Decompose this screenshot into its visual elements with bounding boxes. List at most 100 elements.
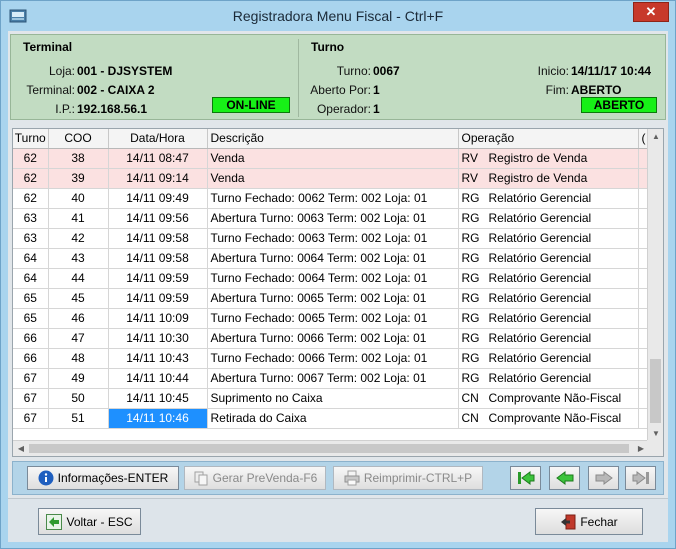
cell-operacao[interactable]: RG Relatório Gerencial xyxy=(458,268,639,289)
scroll-left-icon[interactable]: ◀ xyxy=(13,441,29,456)
cell-coo[interactable]: 41 xyxy=(48,208,109,229)
cell-data-hora[interactable]: 14/11 09:14 xyxy=(108,168,208,189)
cell-data-hora[interactable]: 14/11 10:45 xyxy=(108,388,208,409)
cell-turno[interactable]: 65 xyxy=(13,288,49,309)
title-bar[interactable]: Registradora Menu Fiscal - Ctrl+F ✕ xyxy=(1,1,675,31)
cell-data-hora[interactable]: 14/11 08:47 xyxy=(108,148,208,169)
table-row[interactable]: 67 49 14/11 10:44 Abertura Turno: 0067 Term… xyxy=(13,368,650,389)
cell-operacao[interactable]: RG Relatório Gerencial xyxy=(458,228,639,249)
informacoes-button[interactable]: Informações-ENTER xyxy=(27,466,179,490)
cell-coo[interactable]: 50 xyxy=(48,388,109,409)
reimprimir-button[interactable]: Reimprimir-CTRL+P xyxy=(333,466,483,490)
cell-descricao[interactable]: Turno Fechado: 0065 Term: 002 Loja: 01 xyxy=(207,308,459,329)
cell-turno[interactable]: 67 xyxy=(13,388,49,409)
cell-descricao[interactable]: Abertura Turno: 0066 Term: 002 Loja: 01 xyxy=(207,328,459,349)
table-row[interactable]: 65 45 14/11 09:59 Abertura Turno: 0065 Term… xyxy=(13,288,650,309)
table-row[interactable]: 64 43 14/11 09:58 Abertura Turno: 0064 Term… xyxy=(13,248,650,269)
cell-coo[interactable]: 45 xyxy=(48,288,109,309)
gerar-prevenda-button[interactable]: Gerar PreVenda-F6 xyxy=(184,466,326,490)
cell-descricao[interactable]: Venda xyxy=(207,168,459,189)
cell-coo[interactable]: 49 xyxy=(48,368,109,389)
cell-data-hora[interactable]: 14/11 10:09 xyxy=(108,308,208,329)
table-row[interactable]: 64 44 14/11 09:59 Turno Fechado: 0064 Term:… xyxy=(13,268,650,289)
cell-descricao[interactable]: Turno Fechado: 0062 Term: 002 Loja: 01 xyxy=(207,188,459,209)
table-row[interactable]: 67 51 14/11 10:46 Retirada do Caixa CN Compro… xyxy=(13,408,650,429)
cell-operacao[interactable]: RG Relatório Gerencial xyxy=(458,328,639,349)
cell-data-hora[interactable]: 14/11 10:43 xyxy=(108,348,208,369)
col-header-coo[interactable]: COO xyxy=(48,129,109,149)
col-header-descricao[interactable]: Descrição xyxy=(207,129,459,149)
table-row[interactable]: 65 46 14/11 10:09 Turno Fechado: 0065 Term:… xyxy=(13,308,650,329)
cell-descricao[interactable]: Retirada do Caixa xyxy=(207,408,459,429)
last-record-button[interactable] xyxy=(625,466,656,490)
cell-descricao[interactable]: Abertura Turno: 0064 Term: 002 Loja: 01 xyxy=(207,248,459,269)
cell-descricao[interactable]: Turno Fechado: 0064 Term: 002 Loja: 01 xyxy=(207,268,459,289)
vertical-scrollbar[interactable]: ▲ ▼ xyxy=(647,129,663,442)
cell-operacao[interactable]: RG Relatório Gerencial xyxy=(458,308,639,329)
col-header-turno[interactable]: Turno xyxy=(13,129,49,149)
cell-operacao[interactable]: RG Relatório Gerencial xyxy=(458,368,639,389)
cell-descricao[interactable]: Turno Fechado: 0066 Term: 002 Loja: 01 xyxy=(207,348,459,369)
cell-descricao[interactable]: Turno Fechado: 0063 Term: 002 Loja: 01 xyxy=(207,228,459,249)
cell-coo[interactable]: 42 xyxy=(48,228,109,249)
first-record-button[interactable] xyxy=(510,466,541,490)
cell-descricao[interactable]: Venda xyxy=(207,148,459,169)
cell-turno[interactable]: 65 xyxy=(13,308,49,329)
cell-turno[interactable]: 63 xyxy=(13,228,49,249)
cell-turno[interactable]: 62 xyxy=(13,188,49,209)
cell-operacao[interactable]: RG Relatório Gerencial xyxy=(458,188,639,209)
cell-operacao[interactable]: RG Relatório Gerencial xyxy=(458,248,639,269)
cell-operacao[interactable]: CN Comprovante Não-Fiscal xyxy=(458,388,639,409)
cell-descricao[interactable]: Abertura Turno: 0065 Term: 002 Loja: 01 xyxy=(207,288,459,309)
cell-operacao[interactable]: RG Relatório Gerencial xyxy=(458,288,639,309)
cell-coo[interactable]: 43 xyxy=(48,248,109,269)
cell-descricao[interactable]: Suprimento no Caixa xyxy=(207,388,459,409)
cell-coo[interactable]: 39 xyxy=(48,168,109,189)
previous-record-button[interactable] xyxy=(549,466,580,490)
cell-turno[interactable]: 66 xyxy=(13,348,49,369)
operations-grid[interactable]: Turno COO Data/Hora Descrição Operação (… xyxy=(12,128,664,457)
cell-coo[interactable]: 51 xyxy=(48,408,109,429)
cell-operacao[interactable]: RG Relatório Gerencial xyxy=(458,208,639,229)
table-row[interactable]: 63 42 14/11 09:58 Turno Fechado: 0063 Term:… xyxy=(13,228,650,249)
cell-turno[interactable]: 67 xyxy=(13,368,49,389)
cell-coo[interactable]: 46 xyxy=(48,308,109,329)
voltar-button[interactable]: Voltar - ESC xyxy=(38,508,141,535)
cell-data-hora[interactable]: 14/11 10:44 xyxy=(108,368,208,389)
horizontal-scrollbar[interactable]: ◀ ▶ xyxy=(13,440,649,456)
cell-turno[interactable]: 63 xyxy=(13,208,49,229)
table-row[interactable]: 66 47 14/11 10:30 Abertura Turno: 0066 Term… xyxy=(13,328,650,349)
cell-turno[interactable]: 64 xyxy=(13,248,49,269)
col-header-operacao[interactable]: Operação xyxy=(458,129,639,149)
cell-turno[interactable]: 62 xyxy=(13,148,49,169)
cell-coo[interactable]: 40 xyxy=(48,188,109,209)
cell-data-hora[interactable]: 14/11 10:46 xyxy=(108,408,208,429)
next-record-button[interactable] xyxy=(588,466,619,490)
table-row[interactable]: 62 39 14/11 09:14 Venda RV Registro de Venda xyxy=(13,168,650,189)
cell-turno[interactable]: 62 xyxy=(13,168,49,189)
table-row[interactable]: 66 48 14/11 10:43 Turno Fechado: 0066 Term:… xyxy=(13,348,650,369)
scroll-up-icon[interactable]: ▲ xyxy=(648,129,663,145)
vertical-scroll-thumb[interactable] xyxy=(650,359,661,423)
table-row[interactable]: 67 50 14/11 10:45 Suprimento no Caixa CN Comp… xyxy=(13,388,650,409)
table-row[interactable]: 62 38 14/11 08:47 Venda RV Registro de Venda xyxy=(13,148,650,169)
cell-descricao[interactable]: Abertura Turno: 0063 Term: 002 Loja: 01 xyxy=(207,208,459,229)
cell-data-hora[interactable]: 14/11 09:49 xyxy=(108,188,208,209)
cell-operacao[interactable]: RG Relatório Gerencial xyxy=(458,348,639,369)
cell-operacao[interactable]: RV Registro de Venda xyxy=(458,168,639,189)
cell-operacao[interactable]: RV Registro de Venda xyxy=(458,148,639,169)
table-row[interactable]: 63 41 14/11 09:56 Abertura Turno: 0063 Term… xyxy=(13,208,650,229)
table-row[interactable]: 62 40 14/11 09:49 Turno Fechado: 0062 Term:… xyxy=(13,188,650,209)
horizontal-scroll-thumb[interactable] xyxy=(29,444,629,453)
cell-data-hora[interactable]: 14/11 09:58 xyxy=(108,228,208,249)
cell-data-hora[interactable]: 14/11 09:56 xyxy=(108,208,208,229)
cell-turno[interactable]: 67 xyxy=(13,408,49,429)
cell-data-hora[interactable]: 14/11 09:59 xyxy=(108,268,208,289)
cell-descricao[interactable]: Abertura Turno: 0067 Term: 002 Loja: 01 xyxy=(207,368,459,389)
cell-operacao[interactable]: CN Comprovante Não-Fiscal xyxy=(458,408,639,429)
close-icon[interactable]: ✕ xyxy=(633,2,669,22)
col-header-data-hora[interactable]: Data/Hora xyxy=(108,129,208,149)
cell-coo[interactable]: 48 xyxy=(48,348,109,369)
cell-turno[interactable]: 66 xyxy=(13,328,49,349)
cell-coo[interactable]: 44 xyxy=(48,268,109,289)
